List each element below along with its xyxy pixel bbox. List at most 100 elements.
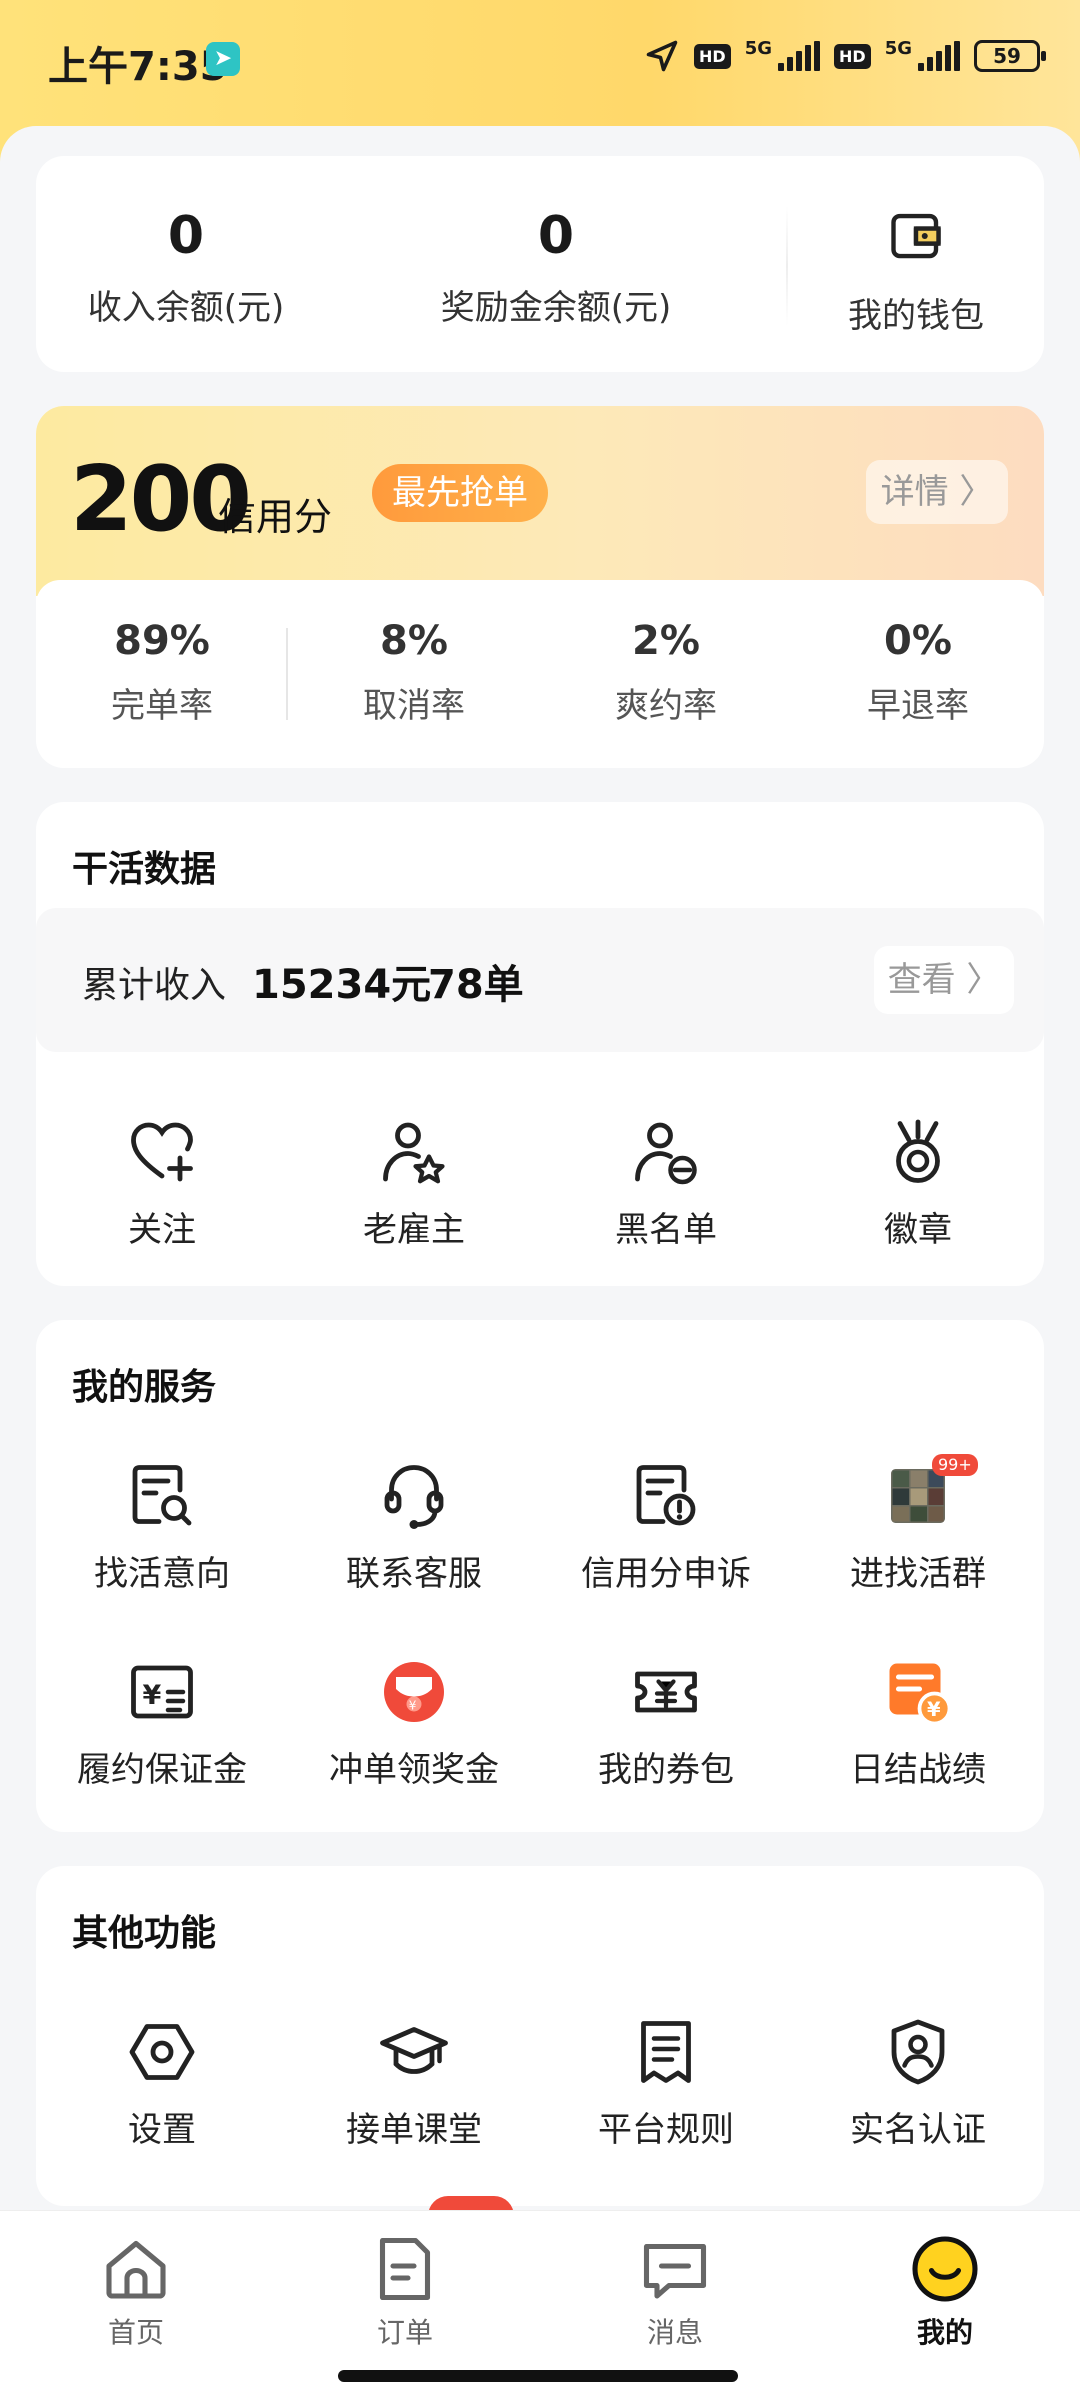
user-block-icon <box>635 1122 697 1185</box>
service-label: 日结战绩 <box>850 1750 986 1790</box>
income-label: 累计收入 <box>82 965 227 1006</box>
credit-detail-button[interactable]: 详情 〉 <box>866 460 1008 524</box>
training-button[interactable]: 接单课堂 <box>288 2016 540 2151</box>
service-label: 进找活群 <box>850 1554 986 1594</box>
rate-label: 取消率 <box>363 686 465 726</box>
signal-bars-1-icon <box>778 41 821 71</box>
reward-balance-value: 0 <box>537 206 575 266</box>
tab-messages[interactable]: 消息 <box>575 2233 775 2351</box>
network-label-1: 5G <box>744 38 773 59</box>
reward-balance[interactable]: 0 奖励金余额(元) <box>376 156 736 372</box>
my-wallet-button[interactable]: 我的钱包 <box>806 156 1026 372</box>
profile-face-icon <box>912 2236 978 2302</box>
deposit-button[interactable]: ¥ 履约保证金 <box>36 1656 288 1791</box>
status-indicators: HD 5G HD 5G 59 <box>644 38 1046 74</box>
rate-cancel: 8% 取消率 <box>314 618 514 727</box>
status-bar: 上午7:35 ➤ HD 5G HD 5G 59 <box>0 0 1080 120</box>
view-income-button[interactable]: 查看 〉 <box>874 946 1014 1014</box>
work-shortcuts: 关注 老雇主 黑名单 徽章 <box>36 1116 1044 1251</box>
svg-text:¥: ¥ <box>927 1698 941 1721</box>
network-label-2: 5G <box>884 38 912 59</box>
bonus-button[interactable]: ¥ 冲单领奖金 <box>288 1656 540 1791</box>
headset-icon <box>384 1465 444 1529</box>
credit-appeal-button[interactable]: 信用分申诉 <box>540 1460 792 1595</box>
shortcut-label: 黑名单 <box>615 1210 717 1250</box>
blacklist-button[interactable]: 黑名单 <box>540 1116 792 1251</box>
svg-text:¥: ¥ <box>143 1680 162 1711</box>
rate-value: 2% <box>632 618 700 664</box>
hd-badge-1: HD <box>694 43 731 69</box>
income-balance[interactable]: 0 收入余额(元) <box>36 156 336 372</box>
income-value: 15234元 <box>252 962 432 1008</box>
message-icon <box>643 2243 707 2299</box>
tab-profile[interactable]: 我的 <box>845 2233 1045 2351</box>
coupon-button[interactable]: 我的券包 <box>540 1656 792 1791</box>
rate-label: 早退率 <box>867 686 969 726</box>
job-intent-button[interactable]: 找活意向 <box>36 1460 288 1595</box>
svg-text:¥: ¥ <box>409 1698 417 1712</box>
service-label: 冲单领奖金 <box>329 1750 499 1790</box>
credit-unit: 信用分 <box>218 495 333 539</box>
rate-value: 89% <box>114 618 210 664</box>
income-summary: 累计收入 15234元 78单 查看 〉 <box>36 908 1044 1052</box>
verified-user-icon <box>891 2019 945 2085</box>
red-envelope-icon: ¥ <box>384 1662 444 1722</box>
work-data-card: 干活数据 累计收入 15234元 78单 查看 〉 关注 老雇主 黑名单 徽章 <box>36 802 1044 1286</box>
income-balance-label: 收入余额(元) <box>87 288 285 328</box>
reward-balance-label: 奖励金余额(元) <box>440 288 672 328</box>
service-label: 找活意向 <box>94 1554 230 1594</box>
follow-button[interactable]: 关注 <box>36 1116 288 1251</box>
services-card: 我的服务 找活意向 联系客服 信用分申诉 99+ 进找活群 ¥ 履约保证金 ¥ … <box>36 1320 1044 1832</box>
other-functions-card: 其他功能 设置 接单课堂 平台规则 实名认证 <box>36 1866 1044 2206</box>
section-title: 我的服务 <box>72 1367 217 1408</box>
order-icon <box>379 2237 431 2301</box>
service-label: 联系客服 <box>346 1554 482 1594</box>
rate-no-show: 2% 爽约率 <box>566 618 766 727</box>
settings-icon <box>129 2024 195 2080</box>
tab-orders[interactable]: 订单 <box>305 2233 505 2351</box>
deposit-icon: ¥ <box>131 1665 193 1719</box>
shortcut-label: 关注 <box>128 1210 196 1250</box>
section-title: 其他功能 <box>72 1913 217 1954</box>
coupon-icon <box>635 1671 697 1713</box>
function-label: 实名认证 <box>850 2110 986 2150</box>
user-star-icon <box>383 1122 445 1184</box>
service-label: 信用分申诉 <box>581 1554 751 1594</box>
status-time: 上午7:35 <box>48 44 228 90</box>
tab-home[interactable]: 首页 <box>36 2233 236 2351</box>
shortcut-label: 老雇主 <box>363 1210 465 1250</box>
heart-plus-icon <box>131 1122 193 1182</box>
tab-label: 订单 <box>376 2316 433 2349</box>
battery-indicator: 59 <box>974 40 1046 72</box>
telegram-notification-icon: ➤ <box>206 42 240 76</box>
join-group-button[interactable]: 99+ 进找活群 <box>792 1454 1044 1595</box>
divider <box>786 206 788 326</box>
credit-rates: 89% 完单率 8% 取消率 2% 爽约率 0% 早退率 <box>36 580 1044 768</box>
home-icon <box>106 2240 166 2299</box>
tab-label: 消息 <box>646 2316 703 2349</box>
daily-record-button[interactable]: ¥ 日结战绩 <box>792 1656 1044 1791</box>
shortcut-label: 徽章 <box>884 1210 952 1250</box>
function-label: 平台规则 <box>598 2110 734 2150</box>
tab-label: 首页 <box>107 2316 164 2349</box>
rate-completion: 89% 完单率 <box>62 618 262 727</box>
section-title: 干活数据 <box>72 849 217 890</box>
settings-button[interactable]: 设置 <box>36 2016 288 2151</box>
graduation-cap-icon <box>380 2027 448 2074</box>
rules-doc-icon <box>641 2021 691 2083</box>
appeal-doc-icon <box>636 1465 696 1526</box>
rate-label: 爽约率 <box>615 686 717 726</box>
unread-badge: 99+ <box>932 1454 978 1476</box>
service-label: 我的券包 <box>598 1750 734 1790</box>
wallet-card: 0 收入余额(元) 0 奖励金余额(元) 我的钱包 <box>36 156 1044 372</box>
rate-value: 8% <box>380 618 448 664</box>
real-name-auth-button[interactable]: 实名认证 <box>792 2016 1044 2151</box>
customer-service-button[interactable]: 联系客服 <box>288 1460 540 1595</box>
old-employer-button[interactable]: 老雇主 <box>288 1116 540 1251</box>
services-row-2: ¥ 履约保证金 ¥ 冲单领奖金 我的券包 ¥ 日结战绩 <box>36 1656 1044 1791</box>
home-indicator[interactable] <box>338 2370 738 2382</box>
services-row-1: 找活意向 联系客服 信用分申诉 99+ 进找活群 <box>36 1454 1044 1595</box>
rate-label: 完单率 <box>111 686 213 726</box>
badge-button[interactable]: 徽章 <box>792 1116 1044 1251</box>
platform-rules-button[interactable]: 平台规则 <box>540 2016 792 2151</box>
